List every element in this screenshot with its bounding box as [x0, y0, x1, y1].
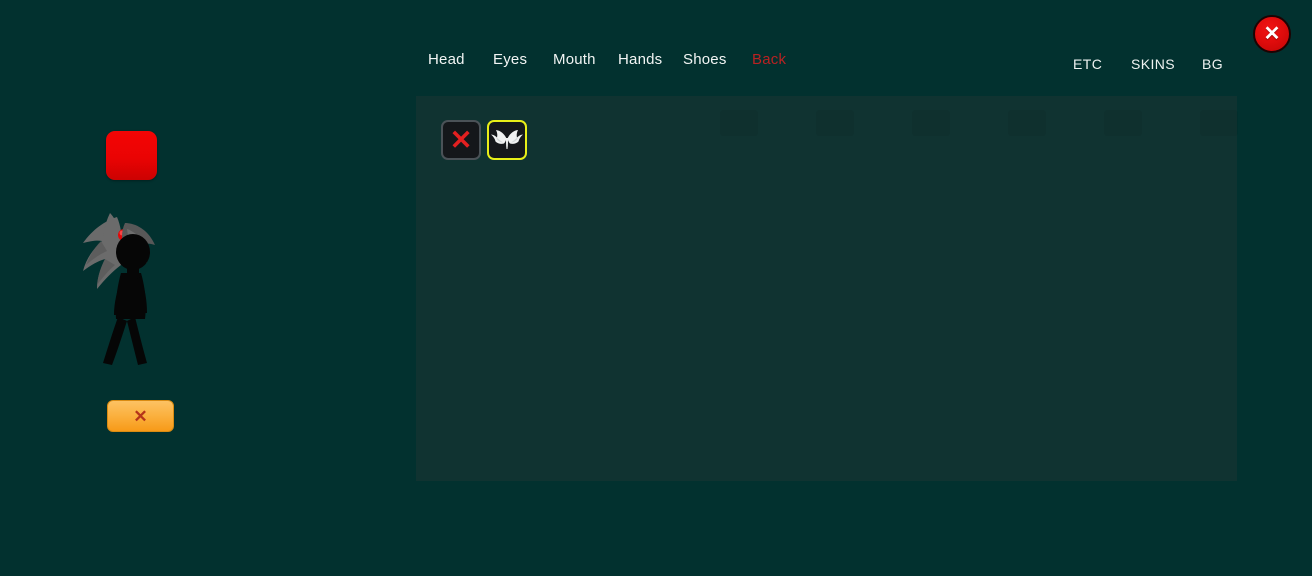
close-x-icon: ✕ — [1263, 23, 1281, 45]
button-bg[interactable]: BG — [1202, 56, 1223, 72]
close-button[interactable]: ✕ — [1253, 15, 1291, 53]
ghost-slot — [1008, 110, 1046, 136]
clear-x-icon: ✕ — [133, 406, 148, 426]
ghost-slot — [1200, 110, 1238, 136]
item-selection-panel: ✕ — [416, 96, 1238, 481]
item-slot-grid: ✕ — [441, 120, 527, 160]
ghost-slot — [720, 110, 758, 136]
top-navigation-bar: Head Eyes Mouth Hands Shoes Back ETC SKI… — [0, 0, 1312, 88]
item-slot-none[interactable]: ✕ — [441, 120, 481, 160]
tab-shoes[interactable]: Shoes — [683, 51, 727, 68]
ghost-slot — [912, 110, 950, 136]
color-swatch-red[interactable] — [106, 131, 157, 180]
button-skins[interactable]: SKINS — [1131, 56, 1175, 72]
button-etc[interactable]: ETC — [1073, 56, 1102, 72]
panel-top-strip — [416, 96, 1238, 136]
tab-hands[interactable]: Hands — [618, 51, 662, 68]
character-preview — [55, 195, 205, 375]
item-slot-wings[interactable] — [487, 120, 527, 160]
ghost-slot — [1104, 110, 1142, 136]
tab-head[interactable]: Head — [428, 51, 465, 68]
clear-item-button[interactable]: ✕ — [107, 400, 174, 432]
angel-wings-icon — [491, 129, 523, 151]
ghost-slot — [816, 110, 854, 136]
tab-mouth[interactable]: Mouth — [553, 51, 596, 68]
tab-eyes[interactable]: Eyes — [493, 51, 527, 68]
stick-figure-avatar — [83, 213, 155, 365]
none-x-icon: ✕ — [449, 124, 473, 155]
tab-back[interactable]: Back — [752, 51, 786, 68]
